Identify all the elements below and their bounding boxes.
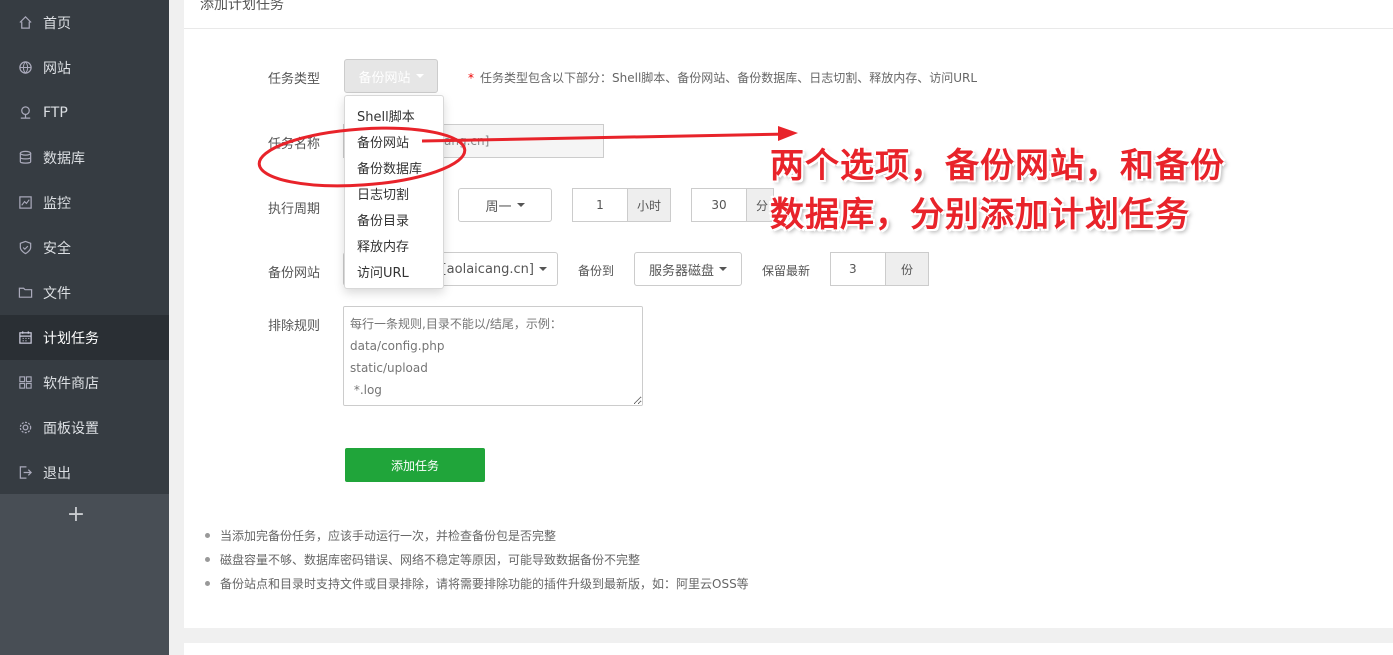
sidebar-item-label: 计划任务 (43, 330, 99, 347)
sidebar-item-settings[interactable]: 面板设置 (0, 405, 169, 450)
sidebar-item-label: 面板设置 (43, 420, 99, 437)
sidebar-item-label: 文件 (43, 285, 71, 302)
add-task-button[interactable]: 添加任务 (345, 448, 485, 482)
home-icon (17, 15, 33, 31)
sidebar-item-monitor[interactable]: 监控 (0, 180, 169, 225)
gear-icon (17, 420, 33, 436)
task-name-value: ang.cn] (444, 134, 490, 148)
task-type-select[interactable]: 备份网站 (344, 59, 438, 93)
task-type-label: 任务类型 (268, 72, 321, 87)
annotation-text-line1: 两个选项，备份网站，和备份 (770, 146, 1225, 186)
period-hour-input[interactable]: 1 (572, 188, 628, 222)
backup-site-value: [aolaicang.cn] (441, 261, 534, 277)
dropdown-option-visit-url[interactable]: 访问URL (357, 262, 409, 281)
dropdown-option-backup-database[interactable]: 备份数据库 (357, 158, 422, 177)
chevron-down-icon (719, 267, 727, 271)
exclude-rules-textarea[interactable] (343, 306, 643, 406)
sidebar-item-label: 软件商店 (43, 375, 99, 392)
chevron-down-icon (516, 203, 525, 207)
sidebar-item-ftp[interactable]: FTP (0, 90, 169, 135)
period-day-value: 周一 (485, 199, 512, 215)
dropdown-option-log-rotate[interactable]: 日志切割 (357, 184, 409, 203)
exclude-label: 排除规则 (268, 319, 321, 334)
sidebar-item-security[interactable]: 安全 (0, 225, 169, 270)
sidebar-item-label: FTP (43, 104, 68, 121)
sidebar: 首页 网站 FTP 数据库 监控 安全 文件 计划任务 软件商店 面板设置 退出… (0, 0, 169, 655)
folder-icon (17, 285, 33, 301)
sidebar-item-website[interactable]: 网站 (0, 45, 169, 90)
dropdown-option-backup-dir[interactable]: 备份目录 (357, 210, 409, 229)
period-minute-value: 30 (711, 198, 727, 212)
annotation-text-line2: 数据库，分别添加计划任务 (770, 195, 1190, 235)
sidebar-item-label: 安全 (43, 240, 71, 257)
period-minute-input[interactable]: 30 (691, 188, 747, 222)
sidebar-item-logout[interactable]: 退出 (0, 450, 169, 495)
sidebar-item-cron[interactable]: 计划任务 (0, 315, 169, 360)
period-day-select[interactable]: 周一 (458, 188, 552, 222)
dropdown-option-shell[interactable]: Shell脚本 (357, 106, 415, 125)
dropdown-option-free-memory[interactable]: 释放内存 (357, 236, 409, 255)
required-mark: * (468, 71, 474, 85)
grid-icon (17, 375, 33, 391)
sidebar-item-label: 监控 (43, 195, 71, 212)
monitor-icon (17, 195, 33, 211)
backup-site-label: 备份网站 (268, 266, 321, 281)
note-item: 备份站点和目录时支持文件或目录排除，请将需要排除功能的插件升级到最新版，如：阿里… (220, 577, 749, 591)
secondary-panel (184, 643, 1393, 655)
bullet-icon (205, 533, 210, 538)
retain-value: 3 (849, 262, 857, 276)
sidebar-item-files[interactable]: 文件 (0, 270, 169, 315)
task-type-dropdown: Shell脚本 备份网站 备份数据库 日志切割 备份目录 释放内存 访问URL (344, 95, 444, 289)
calendar-icon (17, 330, 33, 346)
logout-icon (17, 465, 33, 481)
backup-to-select[interactable]: 服务器磁盘 (634, 252, 742, 286)
sidebar-item-label: 数据库 (43, 150, 85, 167)
note-item: 当添加完备份任务，应该手动运行一次，并检查备份包是否完整 (220, 529, 557, 543)
retain-input[interactable]: 3 (830, 252, 886, 286)
ftp-icon (17, 105, 33, 121)
bullet-icon (205, 557, 210, 562)
page-title: 添加计划任务 (200, 0, 284, 13)
sidebar-item-home[interactable]: 首页 (0, 0, 169, 45)
sidebar-item-label: 网站 (43, 60, 71, 77)
add-shortcut-button[interactable]: + (66, 503, 86, 527)
retain-unit: 份 (885, 252, 929, 286)
dropdown-option-backup-site[interactable]: 备份网站 (357, 132, 409, 151)
chevron-down-icon (415, 74, 424, 78)
note-item: 磁盘容量不够、数据库密码错误、网络不稳定等原因，可能导致数据备份不完整 (220, 553, 641, 567)
sidebar-item-label: 首页 (43, 15, 71, 32)
globe-icon (17, 60, 33, 76)
task-type-hint: * 任务类型包含以下部分：Shell脚本、备份网站、备份数据库、日志切割、释放内存… (468, 69, 977, 86)
sidebar-item-store[interactable]: 软件商店 (0, 360, 169, 405)
period-hour-value: 1 (596, 198, 604, 212)
shield-icon (17, 240, 33, 256)
retain-label: 保留最新 (762, 264, 811, 278)
sidebar-item-database[interactable]: 数据库 (0, 135, 169, 180)
sidebar-item-label: 退出 (43, 465, 71, 482)
panel-header: 添加计划任务 (184, 0, 1393, 29)
task-type-value: 备份网站 (358, 70, 411, 86)
chevron-down-icon (539, 267, 547, 271)
task-type-hint-text: 任务类型包含以下部分：Shell脚本、备份网站、备份数据库、日志切割、释放内存、… (480, 71, 978, 85)
database-icon (17, 150, 33, 166)
period-label: 执行周期 (268, 202, 321, 217)
backup-to-value: 服务器磁盘 (648, 263, 714, 279)
bullet-icon (205, 581, 210, 586)
backup-to-label: 备份到 (578, 264, 615, 278)
period-hour-unit: 小时 (627, 188, 671, 222)
task-name-label: 任务名称 (268, 137, 321, 152)
